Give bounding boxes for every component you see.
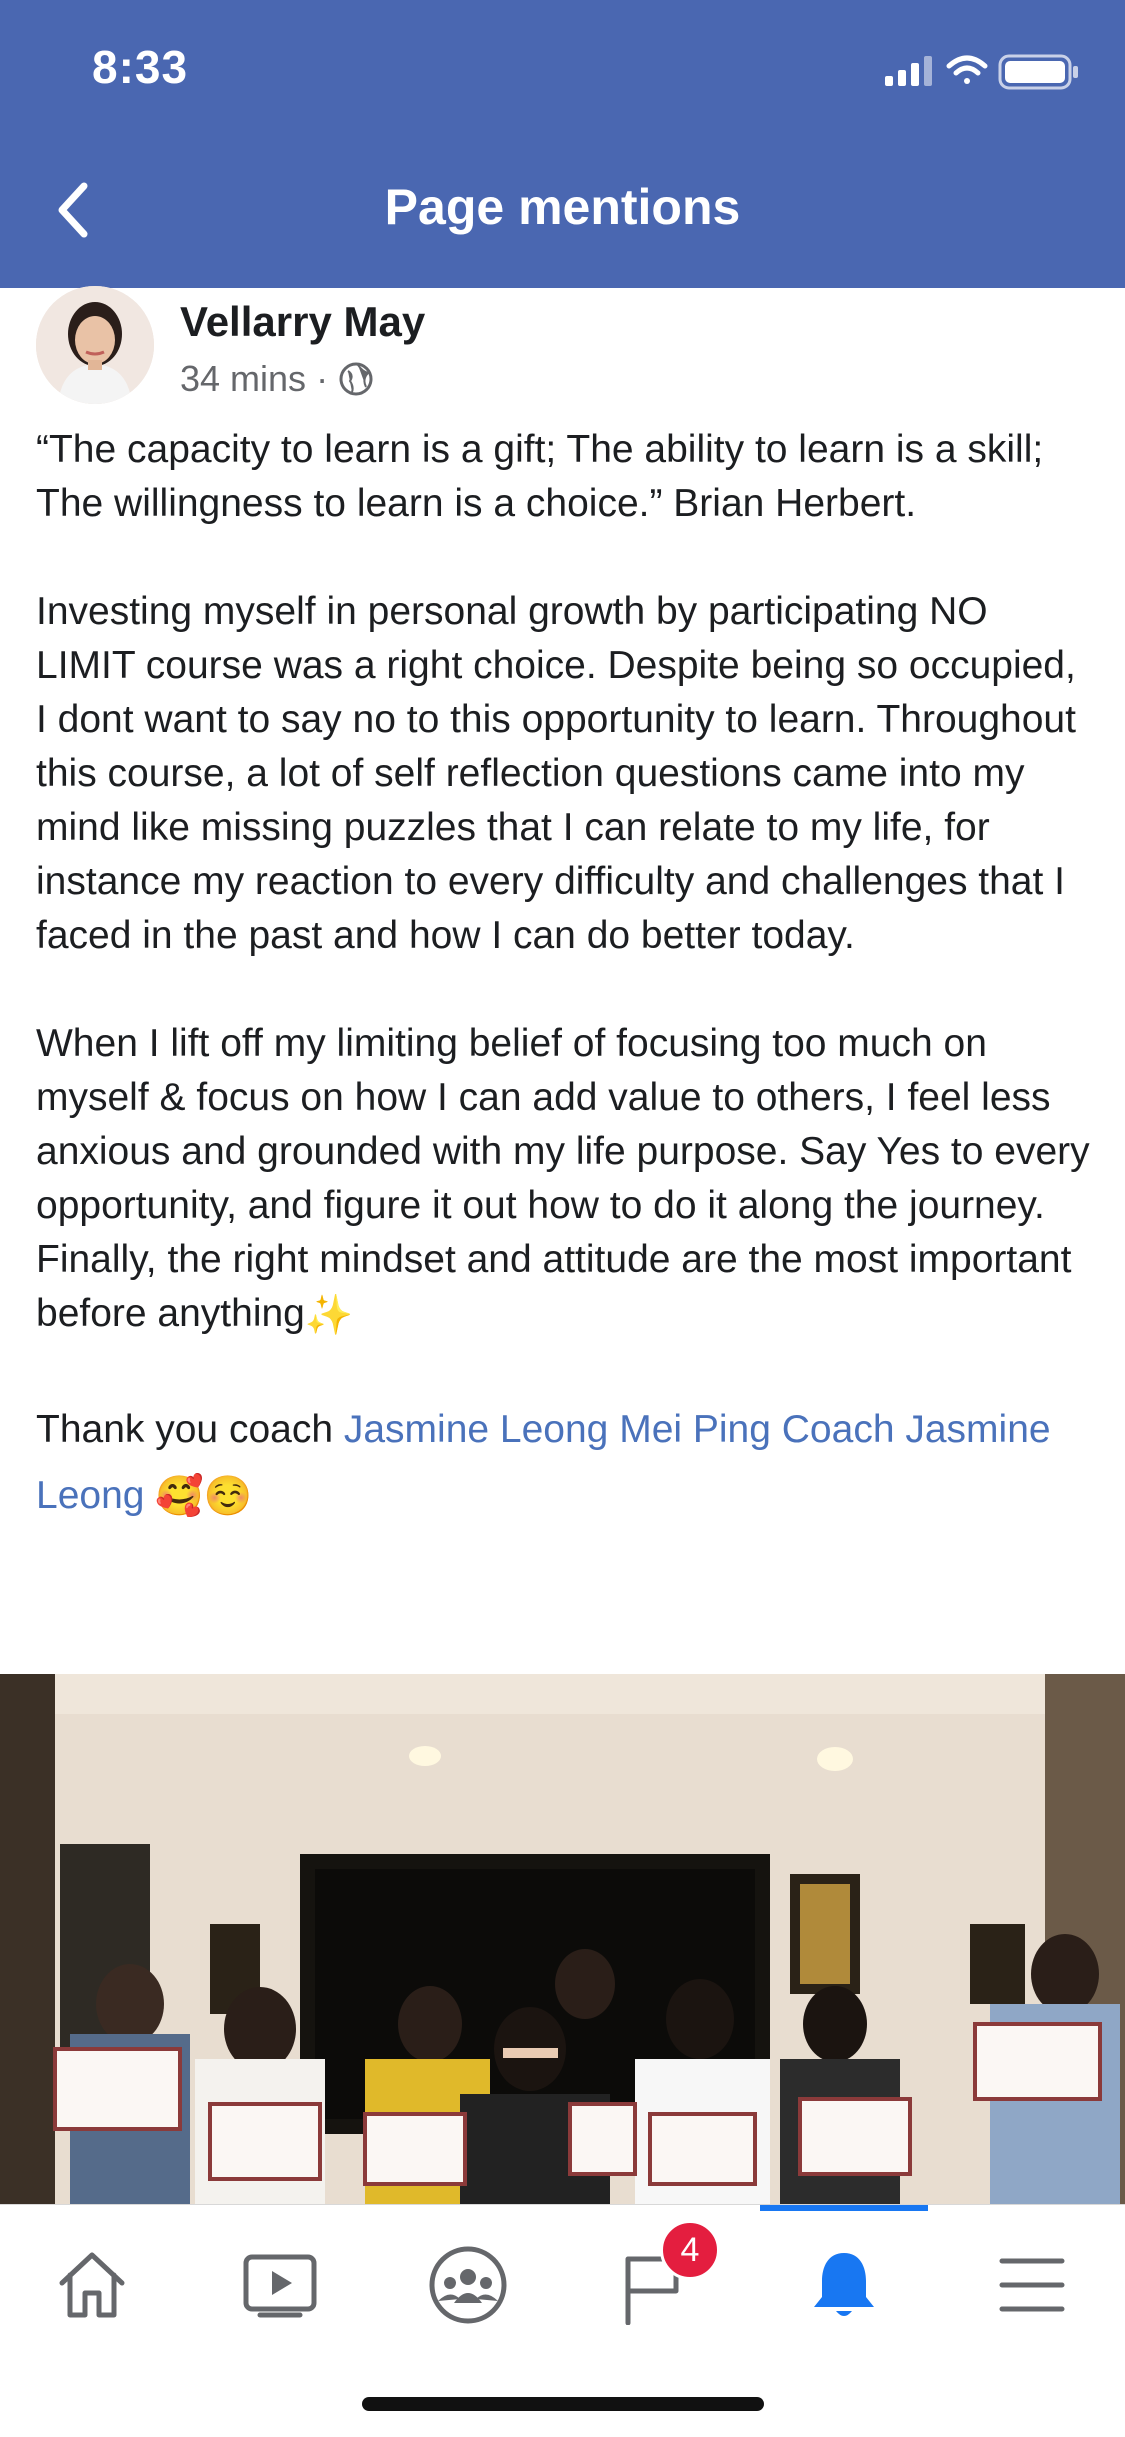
post-meta: 34 mins ·	[180, 358, 374, 400]
notifications-bell-icon	[814, 2253, 874, 2316]
top-nav-bar: 8:33 Page mentions	[0, 0, 1125, 288]
home-icon	[59, 2252, 125, 2318]
thanks-prefix: Thank you coach	[36, 1407, 344, 1451]
post-time[interactable]: 34 mins	[180, 358, 306, 400]
notification-badge: 4	[660, 2220, 720, 2280]
status-icons	[885, 54, 1078, 90]
status-time: 8:33	[92, 41, 189, 93]
video-icon	[243, 2254, 317, 2318]
sparkles-emoji: ✨	[304, 1293, 354, 1337]
thanks-line: Thank you coach Jasmine Leong Mei Ping C…	[36, 1397, 1096, 1531]
post-paragraph: When I lift off my limiting belief of fo…	[36, 1022, 1090, 1335]
bottom-tab-bar: 4	[0, 2204, 1125, 2437]
home-tab[interactable]	[42, 2235, 142, 2335]
notifications-tab[interactable]	[794, 2235, 894, 2335]
mention-link-1[interactable]: Jasmine Leong Mei Ping Coach	[344, 1408, 895, 1451]
menu-tab[interactable]	[982, 2235, 1082, 2335]
author-name[interactable]: Vellarry May	[180, 298, 425, 346]
smiling-emojis: 🥰☺️	[155, 1475, 253, 1519]
post-paragraph: “The capacity to learn is a gift; The ab…	[36, 428, 1044, 525]
page-title: Page mentions	[384, 179, 741, 235]
battery-icon	[998, 54, 1078, 90]
home-indicator	[362, 2397, 764, 2411]
post-paragraph: Investing myself in personal growth by p…	[36, 590, 1076, 957]
post-photo[interactable]	[0, 1674, 1125, 2204]
video-tab[interactable]	[230, 2235, 330, 2335]
active-tab-indicator	[760, 2205, 928, 2211]
post-paragraph-3: When I lift off my limiting belief of fo…	[36, 1017, 1096, 1343]
groups-tab[interactable]	[418, 2235, 518, 2335]
meta-separator: ·	[316, 358, 329, 399]
groups-icon	[429, 2246, 507, 2324]
menu-icon	[999, 2258, 1065, 2312]
post-body: “The capacity to learn is a gift; The ab…	[36, 423, 1096, 1530]
globe-icon	[339, 362, 373, 396]
wifi-icon	[946, 55, 988, 84]
avatar[interactable]	[36, 286, 154, 404]
cellular-signal-icon	[885, 56, 932, 86]
